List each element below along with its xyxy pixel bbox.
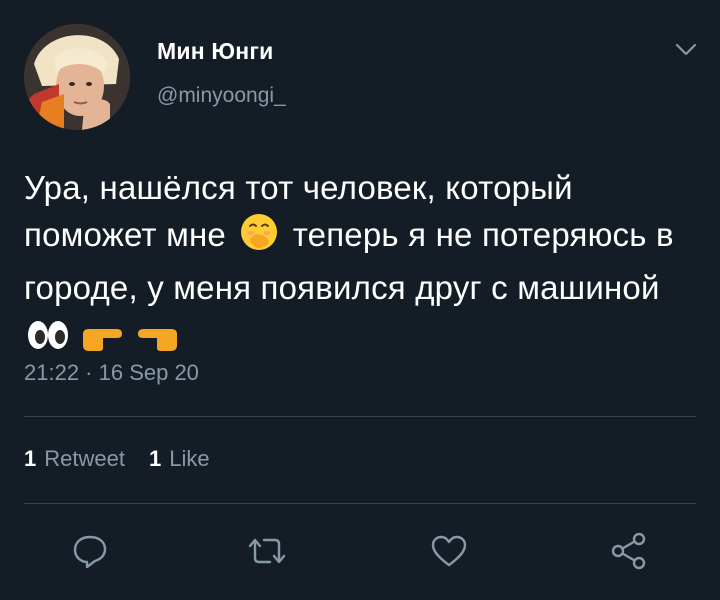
retweet-label: Retweet <box>44 446 125 471</box>
like-button[interactable] <box>426 528 472 574</box>
user-handle[interactable]: @minyoongi_ <box>157 84 286 108</box>
pointing-right-emoji <box>81 317 125 364</box>
display-name[interactable]: Мин Юнги <box>157 38 274 65</box>
reply-icon <box>73 535 107 569</box>
share-icon <box>611 532 646 570</box>
avatar-image <box>24 24 130 130</box>
like-stat[interactable]: 1 Like <box>149 446 210 472</box>
hand-over-mouth-face-emoji <box>239 212 279 264</box>
retweet-stat[interactable]: 1 Retweet <box>24 446 125 472</box>
pointing-left-emoji <box>135 317 179 364</box>
tweet-card: Мин Юнги @minyoongi_ Ура, нашёлся тот че… <box>0 0 720 600</box>
chevron-down-icon[interactable] <box>674 42 698 58</box>
tweet-timestamp[interactable]: 21:22 · 16 Sep 20 <box>24 360 199 386</box>
retweet-count: 1 <box>24 446 37 471</box>
like-label: Like <box>169 446 210 471</box>
tweet-text: Ура, нашёлся тот человек, который поможе… <box>24 164 696 364</box>
eyes-emoji <box>26 317 70 364</box>
share-button[interactable] <box>606 528 652 574</box>
divider <box>24 503 696 504</box>
like-icon <box>431 535 467 567</box>
retweet-icon <box>248 538 286 564</box>
divider <box>24 416 696 417</box>
like-count: 1 <box>148 446 162 471</box>
tweet-stats: 1 Retweet 1 Like <box>24 446 210 472</box>
retweet-button[interactable] <box>244 528 290 574</box>
reply-button[interactable] <box>67 528 113 574</box>
tweet-actions <box>0 520 720 580</box>
avatar[interactable] <box>24 24 130 130</box>
